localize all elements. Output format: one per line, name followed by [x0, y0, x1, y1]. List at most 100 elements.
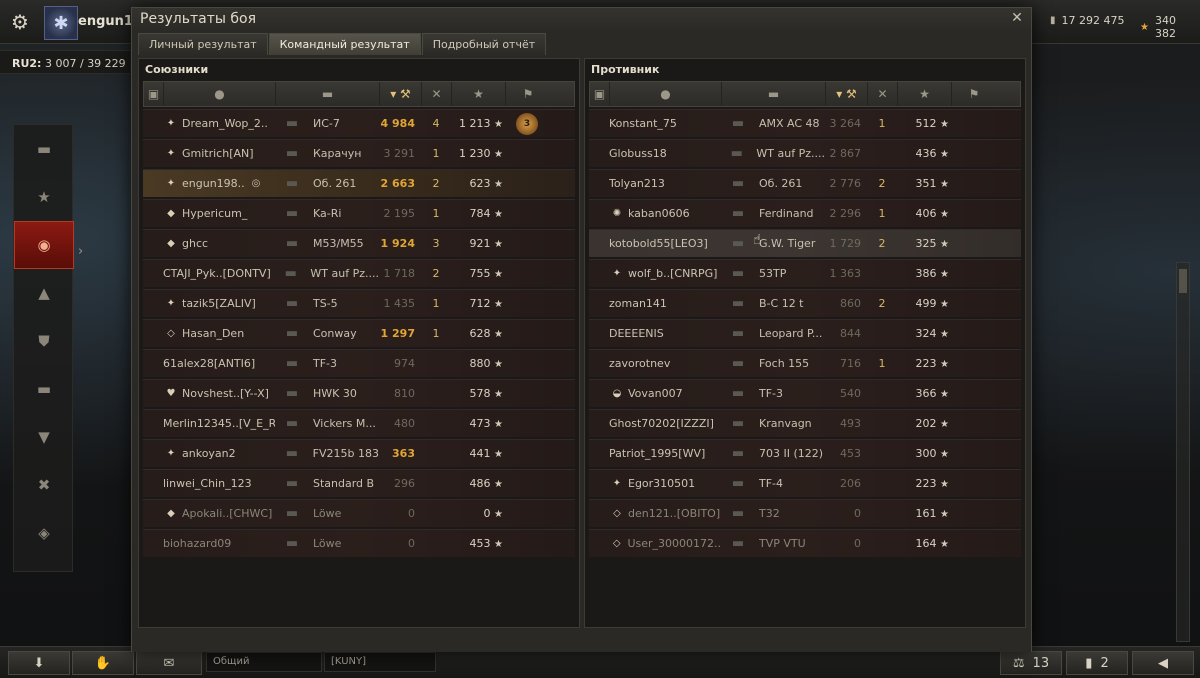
right-scroll-strip[interactable]: [1176, 262, 1190, 642]
player-row[interactable]: ◒ Vovan007 ▬ TF-3 540 366 ★: [589, 379, 1021, 407]
player-name-cell[interactable]: ✦ ankoyan2: [163, 446, 275, 462]
col-squad-icon[interactable]: ▣: [590, 82, 610, 106]
player-name-cell[interactable]: ◇ Hasan_Den: [163, 326, 275, 342]
chat-clan-field[interactable]: [KUNY]: [324, 652, 436, 672]
player-emblem-icon[interactable]: ✱: [44, 6, 78, 40]
player-name-cell[interactable]: Konstant_75: [609, 117, 721, 130]
player-name-cell[interactable]: Tolyan213: [609, 177, 721, 190]
player-row[interactable]: ✦ tazik5[ZALIV] ▬ TS-5 1 435 1 712 ★: [143, 289, 575, 317]
player-name-cell[interactable]: Merlin12345..[V_E_R]: [163, 417, 275, 430]
player-row[interactable]: Ghost70202[IZZZI] ▬ Kranvagn 493 202 ★: [589, 409, 1021, 437]
player-row[interactable]: ♥ Novshest..[Y--X] ▬ HWK 30 810 578 ★: [143, 379, 575, 407]
player-row[interactable]: ◆ Apokali..[CHWC] ▬ Löwe 0 0 ★: [143, 499, 575, 527]
col-frags-icon[interactable]: ✕: [422, 82, 452, 106]
player-row[interactable]: zoman141 ▬ B-C 12 t 860 2 499 ★: [589, 289, 1021, 317]
player-name-cell[interactable]: biohazard09: [163, 537, 275, 550]
player-name-cell[interactable]: ✦ Gmitrich[AN]: [163, 146, 275, 162]
player-name-cell[interactable]: ✺ kaban0606: [609, 206, 721, 222]
player-name-cell[interactable]: ✦ Dream_Wop_2..: [163, 116, 275, 132]
player-row[interactable]: ✦ ankoyan2 ▬ FV215b 183 363 441 ★: [143, 439, 575, 467]
download-icon-button[interactable]: ⬇: [8, 651, 70, 675]
player-name-cell[interactable]: Ghost70202[IZZZI]: [609, 417, 721, 430]
chat-channel-field[interactable]: Общий: [206, 652, 322, 672]
player-row[interactable]: ◇ den121..[OBITO] ▬ T32 0 161 ★: [589, 499, 1021, 527]
col-xp-star-icon[interactable]: ★: [452, 82, 506, 106]
tab-team-result[interactable]: Командный результат: [268, 33, 421, 55]
col-tank-icon[interactable]: ▬: [722, 82, 826, 106]
nav-techtree-tank-icon[interactable]: ▬: [14, 365, 74, 413]
player-name-cell[interactable]: ◆ ghcc: [163, 236, 275, 252]
settings-gear-icon[interactable]: ⚙: [0, 0, 40, 44]
friends-handshake-button[interactable]: ✋: [72, 651, 134, 675]
tab-detailed-report[interactable]: Подробный отчёт: [421, 33, 547, 55]
nav-workshop-icon[interactable]: ✖: [14, 461, 74, 509]
player-row[interactable]: ◇ Hasan_Den ▬ Conway 1 297 1 628 ★: [143, 319, 575, 347]
col-medal-icon[interactable]: ⚑: [506, 82, 550, 106]
player-name-cell[interactable]: ◆ Apokali..[CHWC]: [163, 506, 275, 522]
credits-display[interactable]: ▮ 17 292 475: [1050, 14, 1125, 27]
player-name-cell[interactable]: 61alex28[ANTI6]: [163, 357, 275, 370]
nav-expand-chevron-icon[interactable]: ›: [78, 244, 83, 259]
player-row[interactable]: Patriot_1995[WV] ▬ 703 II (122) 453 300 ★: [589, 439, 1021, 467]
player-row[interactable]: Merlin12345..[V_E_R] ▬ Vickers M... 480 473 …: [143, 409, 575, 437]
col-xp-star-icon[interactable]: ★: [898, 82, 952, 106]
player-row[interactable]: ✦ Dream_Wop_2.. ▬ ИС-7 4 984 4 1 213 ★ 3: [143, 109, 575, 137]
close-icon[interactable]: ✕: [1009, 10, 1025, 26]
player-name-cell[interactable]: ◇ den121..[OBITO]: [609, 506, 721, 522]
player-row[interactable]: ✦ Gmitrich[AN] ▬ Карачун 3 291 1 1 230 ★: [143, 139, 575, 167]
player-row[interactable]: kotobold55[LEO3] ▬ G.W. Tiger 1 729 2 325 ★ ☝: [589, 229, 1021, 257]
player-row[interactable]: DEEEENIS ▬ Leopard P... 844 324 ★: [589, 319, 1021, 347]
tab-personal-result[interactable]: Личный результат: [138, 33, 268, 55]
player-row[interactable]: biohazard09 ▬ Löwe 0 453 ★: [143, 529, 575, 557]
col-player-icon[interactable]: ●: [610, 82, 722, 106]
player-name-cell[interactable]: CTAJI_Pyk..[DONTV]: [163, 267, 275, 280]
server-stats[interactable]: RU2: 3 007 / 39 229: [0, 50, 130, 74]
player-name-cell[interactable]: ✦ tazik5[ZALIV]: [163, 296, 275, 312]
player-name-cell[interactable]: ◆ Hypericum_: [163, 206, 275, 222]
scroll-knob[interactable]: [1179, 269, 1187, 293]
player-row[interactable]: zavorotnev ▬ Foch 155 716 1 223 ★: [589, 349, 1021, 377]
col-medal-icon[interactable]: ⚑: [952, 82, 996, 106]
nav-depot-icon[interactable]: ◈: [14, 509, 74, 557]
player-name-cell[interactable]: DEEEENIS: [609, 327, 721, 340]
player-row[interactable]: 61alex28[ANTI6] ▬ TF-3 974 880 ★: [143, 349, 575, 377]
chat-icon-button[interactable]: ✉: [136, 651, 202, 675]
player-row[interactable]: linwei_Chin_123 ▬ Standard B 296 486 ★: [143, 469, 575, 497]
player-row[interactable]: ✦ wolf_b..[CNRPG] ▬ 53TP 1 363 386 ★: [589, 259, 1021, 287]
player-row[interactable]: CTAJI_Pyk..[DONTV] ▬ WT auf Pz.... 1 718 2 75…: [143, 259, 575, 287]
medal-icon[interactable]: 3: [516, 112, 538, 135]
nav-shield-icon[interactable]: ⛊: [14, 317, 74, 365]
player-name-cell[interactable]: linwei_Chin_123: [163, 477, 275, 490]
player-row[interactable]: Globuss18 ▬ WT auf Pz.... 2 867 436 ★: [589, 139, 1021, 167]
player-name-cell[interactable]: ◒ Vovan007: [609, 386, 721, 402]
player-row[interactable]: ✦ Egor310501 ▬ TF-4 206 223 ★: [589, 469, 1021, 497]
player-name-cell[interactable]: ✦ wolf_b..[CNRPG]: [609, 266, 721, 282]
scales-counter-button[interactable]: ⚖ 13: [1000, 651, 1062, 675]
player-row[interactable]: ◇ User_30000172.. ▬ TVP VTU 0 164 ★: [589, 529, 1021, 557]
col-squad-icon[interactable]: ▣: [144, 82, 164, 106]
player-name-cell[interactable]: ◇ User_30000172..: [609, 536, 721, 552]
player-row[interactable]: ✺ kaban0606 ▬ Ferdinand 2 296 1 406 ★: [589, 199, 1021, 227]
player-name-cell[interactable]: kotobold55[LEO3]: [609, 237, 721, 250]
megaphone-button[interactable]: ◀: [1132, 651, 1194, 675]
col-damage-icon[interactable]: ▾ ⚒: [826, 82, 868, 106]
player-row[interactable]: ◆ Hypericum_ ▬ Ka-Ri 2 195 1 784 ★: [143, 199, 575, 227]
nav-barracks-icon[interactable]: ▲: [14, 269, 74, 317]
player-name-cell[interactable]: ✦ engun198.. ◎: [163, 176, 275, 192]
nav-equipment-icon[interactable]: ▼: [14, 413, 74, 461]
player-name-cell[interactable]: ✦ Egor310501: [609, 476, 721, 492]
player-name-cell[interactable]: Globuss18: [609, 147, 721, 160]
player-name-cell[interactable]: zavorotnev: [609, 357, 721, 370]
stats-counter-button[interactable]: ▮ 2: [1066, 651, 1128, 675]
col-frags-icon[interactable]: ✕: [868, 82, 898, 106]
col-player-icon[interactable]: ●: [164, 82, 276, 106]
player-row[interactable]: ✦ engun198.. ◎ ▬ Об. 261 2 663 2 623 ★: [143, 169, 575, 197]
nav-battle-results-icon[interactable]: ◉: [14, 221, 74, 269]
player-row[interactable]: Tolyan213 ▬ Об. 261 2 776 2 351 ★: [589, 169, 1021, 197]
col-damage-icon[interactable]: ▾ ⚒: [380, 82, 422, 106]
player-name-cell[interactable]: ♥ Novshest..[Y--X]: [163, 386, 275, 402]
player-name-cell[interactable]: Patriot_1995[WV]: [609, 447, 721, 460]
nav-achievements-star-icon[interactable]: ★: [14, 173, 74, 221]
gold-display[interactable]: ★ 340 382: [1140, 14, 1200, 40]
player-name-cell[interactable]: zoman141: [609, 297, 721, 310]
